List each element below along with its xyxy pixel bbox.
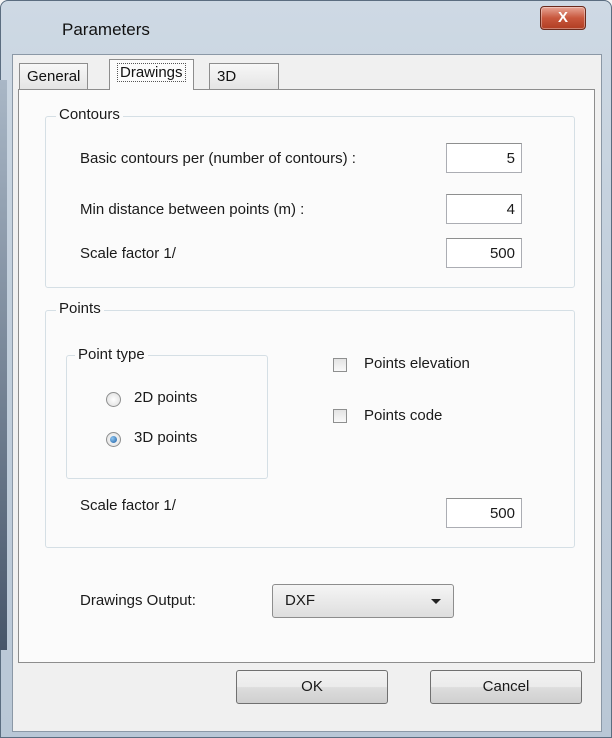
close-icon: X (557, 9, 568, 26)
radio-3d-points-label: 3D points (134, 429, 198, 446)
radio-2d-points-label: 2D points (134, 389, 198, 406)
tab-3d[interactable]: 3D (209, 63, 279, 89)
basic-contours-label: Basic contours per (number of contours) … (80, 150, 356, 167)
window-title: Parameters (62, 20, 150, 39)
tab-drawings[interactable]: Drawings (109, 59, 194, 90)
points-scale-input[interactable]: 500 (446, 498, 522, 528)
tab-3d-label: 3D (217, 68, 237, 85)
dialog-window: Parameters X General Drawings 3D Contour… (0, 0, 612, 738)
contours-caption: Contours (56, 106, 123, 123)
tab-general-label: General (27, 68, 81, 85)
points-caption: Points (56, 300, 104, 317)
cancel-button[interactable]: Cancel (430, 670, 582, 704)
points-elevation-checkbox[interactable] (333, 358, 347, 372)
point-type-group (66, 355, 268, 479)
chevron-down-icon (431, 599, 441, 604)
window-edge (0, 80, 7, 650)
basic-contours-input[interactable]: 5 (446, 143, 522, 173)
tab-general[interactable]: General (19, 63, 89, 89)
radio-3d-points[interactable] (106, 432, 121, 447)
drawings-output-value: DXF (285, 592, 315, 609)
tab-drawings-label: Drawings (117, 63, 186, 82)
points-code-label: Points code (364, 407, 443, 424)
point-type-caption: Point type (75, 346, 148, 363)
contours-scale-label: Scale factor 1/ (80, 245, 176, 262)
min-distance-input[interactable]: 4 (446, 194, 522, 224)
close-button[interactable]: X (540, 6, 586, 30)
points-code-checkbox[interactable] (333, 409, 347, 423)
points-elevation-label: Points elevation (364, 355, 470, 372)
min-distance-label: Min distance between points (m) : (80, 201, 305, 218)
drawings-output-select[interactable]: DXF (272, 584, 454, 618)
contours-scale-input[interactable]: 500 (446, 238, 522, 268)
radio-selected-dot (110, 436, 117, 443)
radio-2d-points[interactable] (106, 392, 121, 407)
drawings-output-label: Drawings Output: (80, 592, 196, 609)
points-scale-label: Scale factor 1/ (80, 497, 176, 514)
ok-button[interactable]: OK (236, 670, 388, 704)
